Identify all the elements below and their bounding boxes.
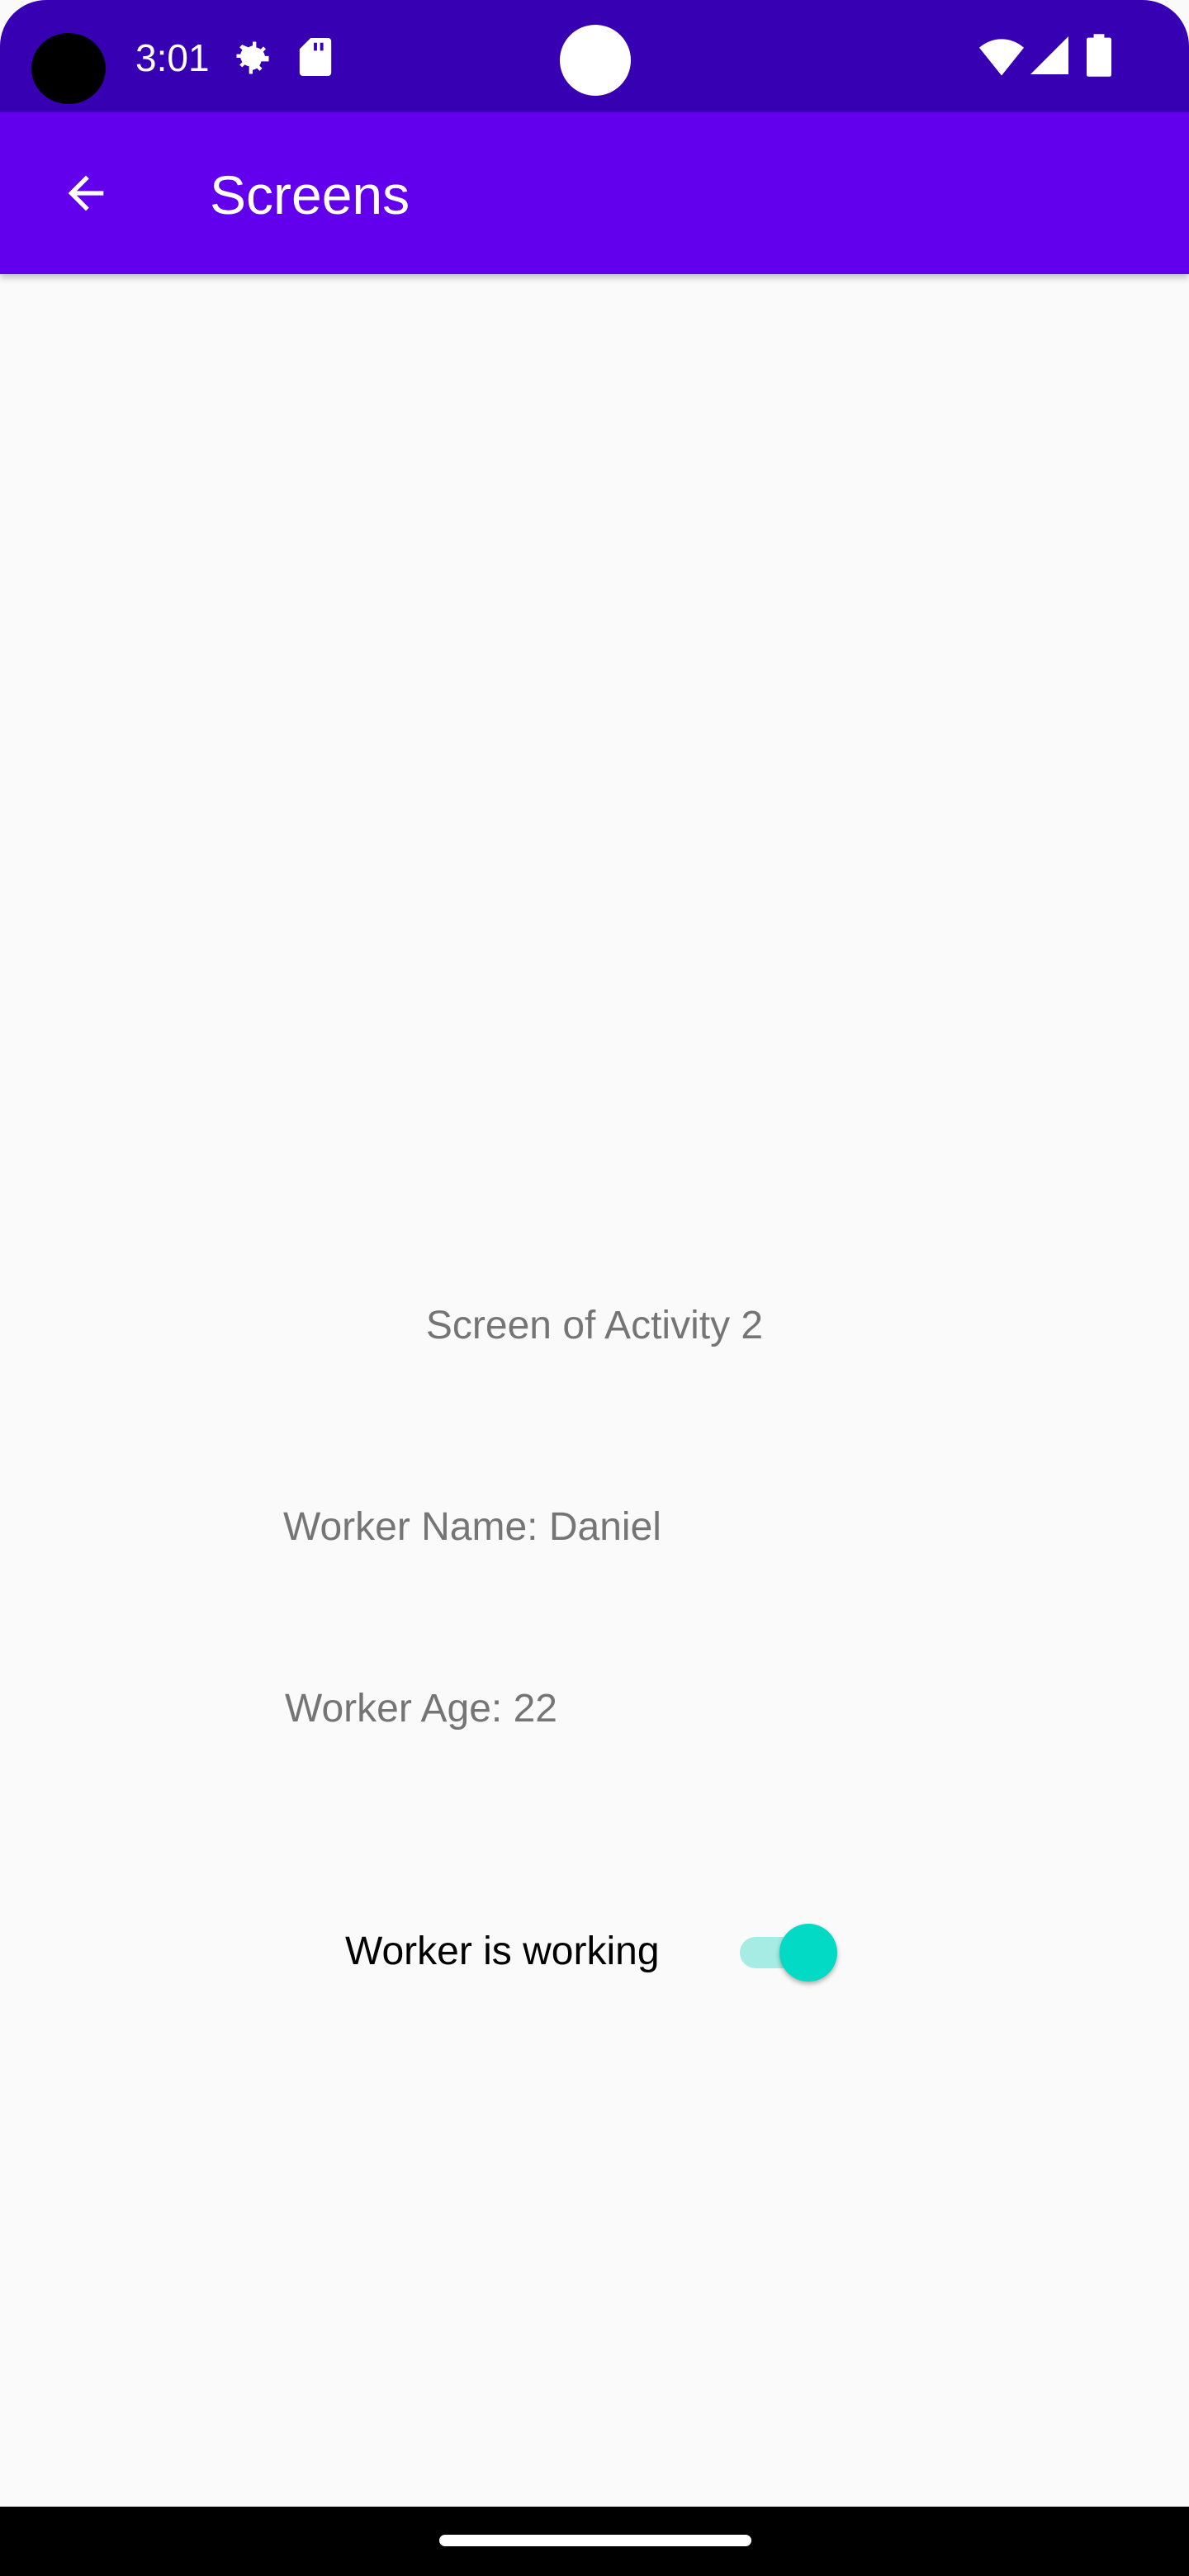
worker-working-switch[interactable]: Worker is working	[345, 1919, 841, 1985]
battery-icon	[1087, 34, 1111, 77]
page-title: Screens	[210, 164, 410, 225]
worker-age-text: Worker Age: 22	[285, 1687, 557, 1731]
app-bar: Screens	[0, 112, 1189, 274]
status-time: 3:01	[135, 36, 210, 79]
back-button[interactable]	[36, 144, 135, 243]
home-gesture-handle[interactable]	[439, 2535, 751, 2546]
camera-cutout	[31, 33, 106, 104]
switch-thumb[interactable]	[779, 1924, 837, 1982]
arrow-back-icon	[68, 175, 104, 211]
screen: 3:01 Screens Screen of Activity 2 Worker…	[0, 0, 1189, 2576]
status-bar: 3:01	[0, 0, 1189, 112]
sd-card-icon	[299, 38, 332, 76]
navigation-bar	[0, 2507, 1189, 2576]
notification-dot	[560, 25, 631, 96]
switch-label: Worker is working	[345, 1930, 660, 1973]
screen-label: Screen of Activity 2	[425, 1304, 764, 1347]
signal-icon	[1030, 36, 1068, 74]
gear-icon	[236, 41, 269, 74]
wifi-icon	[979, 39, 1024, 76]
worker-name-text: Worker Name: Daniel	[283, 1505, 661, 1549]
